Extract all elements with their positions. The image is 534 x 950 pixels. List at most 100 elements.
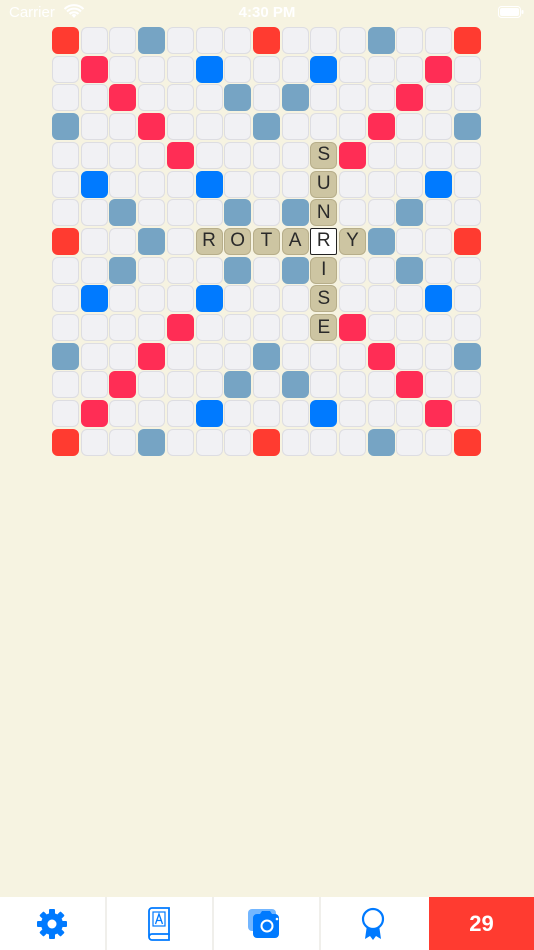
board-square[interactable] <box>224 314 252 341</box>
board-square[interactable] <box>224 141 252 169</box>
board-square-tw[interactable] <box>453 227 481 255</box>
board-square[interactable] <box>367 170 395 198</box>
board-square[interactable] <box>367 84 395 112</box>
board-square[interactable] <box>109 428 137 456</box>
board-square[interactable] <box>52 285 79 313</box>
board-square[interactable] <box>252 314 280 341</box>
board-square[interactable] <box>166 113 194 141</box>
board-square[interactable] <box>195 141 223 169</box>
board-square-tw[interactable] <box>252 27 280 54</box>
board-square[interactable] <box>52 371 79 399</box>
board-square[interactable] <box>425 371 453 399</box>
board-square[interactable] <box>396 27 424 54</box>
board-square[interactable] <box>396 314 424 341</box>
board-square[interactable] <box>195 113 223 141</box>
board-square-dl[interactable] <box>281 84 309 112</box>
board-square[interactable] <box>339 55 366 83</box>
board-square[interactable] <box>109 285 137 313</box>
board-square[interactable] <box>453 371 481 399</box>
board-square-dl[interactable] <box>252 342 280 370</box>
board-square[interactable] <box>281 27 309 54</box>
score-badge[interactable]: 29 <box>429 897 534 950</box>
board-square[interactable] <box>339 371 366 399</box>
board-square-dl[interactable] <box>396 199 424 227</box>
board-square[interactable] <box>339 256 366 284</box>
board-square[interactable] <box>52 314 79 341</box>
board-square[interactable] <box>281 314 309 341</box>
board-square[interactable] <box>109 400 137 428</box>
board-square[interactable] <box>281 428 309 456</box>
board-square-dw[interactable] <box>425 55 453 83</box>
board-square[interactable] <box>224 170 252 198</box>
board-square-dw[interactable] <box>80 400 108 428</box>
board-square[interactable] <box>195 199 223 227</box>
tab-settings[interactable] <box>0 897 104 950</box>
board-square[interactable] <box>252 285 280 313</box>
board-square[interactable] <box>281 113 309 141</box>
board-square[interactable] <box>224 400 252 428</box>
board-square[interactable] <box>425 342 453 370</box>
board-square-dl[interactable] <box>453 342 481 370</box>
board-square-dl[interactable] <box>138 428 166 456</box>
board-square[interactable] <box>80 84 108 112</box>
board-square[interactable] <box>138 199 166 227</box>
board-square[interactable] <box>367 314 395 341</box>
board-square-dw[interactable] <box>396 371 424 399</box>
board-square-dl[interactable] <box>109 199 137 227</box>
board-square[interactable] <box>109 342 137 370</box>
board-square[interactable] <box>109 170 137 198</box>
board-square[interactable] <box>396 285 424 313</box>
board-square[interactable] <box>138 84 166 112</box>
board-square[interactable] <box>166 256 194 284</box>
board-square-dl[interactable] <box>367 428 395 456</box>
board-square[interactable] <box>166 400 194 428</box>
board-square[interactable] <box>80 113 108 141</box>
board-square[interactable] <box>166 55 194 83</box>
letter-tile[interactable]: A <box>281 227 309 255</box>
board-square[interactable] <box>310 113 338 141</box>
board-square-dl[interactable] <box>252 113 280 141</box>
tab-camera[interactable] <box>214 897 318 950</box>
letter-tile[interactable]: U <box>310 170 338 198</box>
board-square[interactable] <box>339 199 366 227</box>
board-square-dw[interactable] <box>166 141 194 169</box>
board-square[interactable] <box>52 55 79 83</box>
board-square-tl[interactable] <box>195 400 223 428</box>
board-square-tw[interactable] <box>453 428 481 456</box>
board-square-dl[interactable] <box>367 27 395 54</box>
board-square-dl[interactable] <box>453 113 481 141</box>
board-square[interactable] <box>80 141 108 169</box>
board-square[interactable] <box>166 371 194 399</box>
board-square-dl[interactable] <box>281 371 309 399</box>
board-square[interactable] <box>138 256 166 284</box>
board-square-dw[interactable] <box>138 113 166 141</box>
board-square[interactable] <box>80 199 108 227</box>
board-square[interactable] <box>109 55 137 83</box>
board-square-tw[interactable] <box>52 27 79 54</box>
board-square[interactable] <box>195 84 223 112</box>
board-square-dl[interactable] <box>138 27 166 54</box>
board-square-tw[interactable] <box>453 27 481 54</box>
board-square[interactable] <box>80 342 108 370</box>
board-square-dl[interactable] <box>224 256 252 284</box>
board-square[interactable] <box>138 285 166 313</box>
board-square[interactable] <box>252 84 280 112</box>
board-square[interactable] <box>453 256 481 284</box>
board-square[interactable] <box>281 55 309 83</box>
board-square[interactable] <box>195 256 223 284</box>
board-square[interactable] <box>80 371 108 399</box>
board-square[interactable] <box>425 84 453 112</box>
board-square[interactable] <box>166 428 194 456</box>
board-square[interactable] <box>453 84 481 112</box>
letter-tile[interactable]: T <box>252 227 280 255</box>
board-square[interactable] <box>453 400 481 428</box>
board-square-dl[interactable] <box>224 371 252 399</box>
board-square[interactable] <box>52 141 79 169</box>
board-square[interactable] <box>80 428 108 456</box>
board-square[interactable] <box>310 27 338 54</box>
tab-dictionary[interactable] <box>107 897 211 950</box>
board-square[interactable] <box>52 84 79 112</box>
board-square[interactable] <box>138 371 166 399</box>
board-square[interactable] <box>80 27 108 54</box>
board-square-tl[interactable] <box>310 400 338 428</box>
